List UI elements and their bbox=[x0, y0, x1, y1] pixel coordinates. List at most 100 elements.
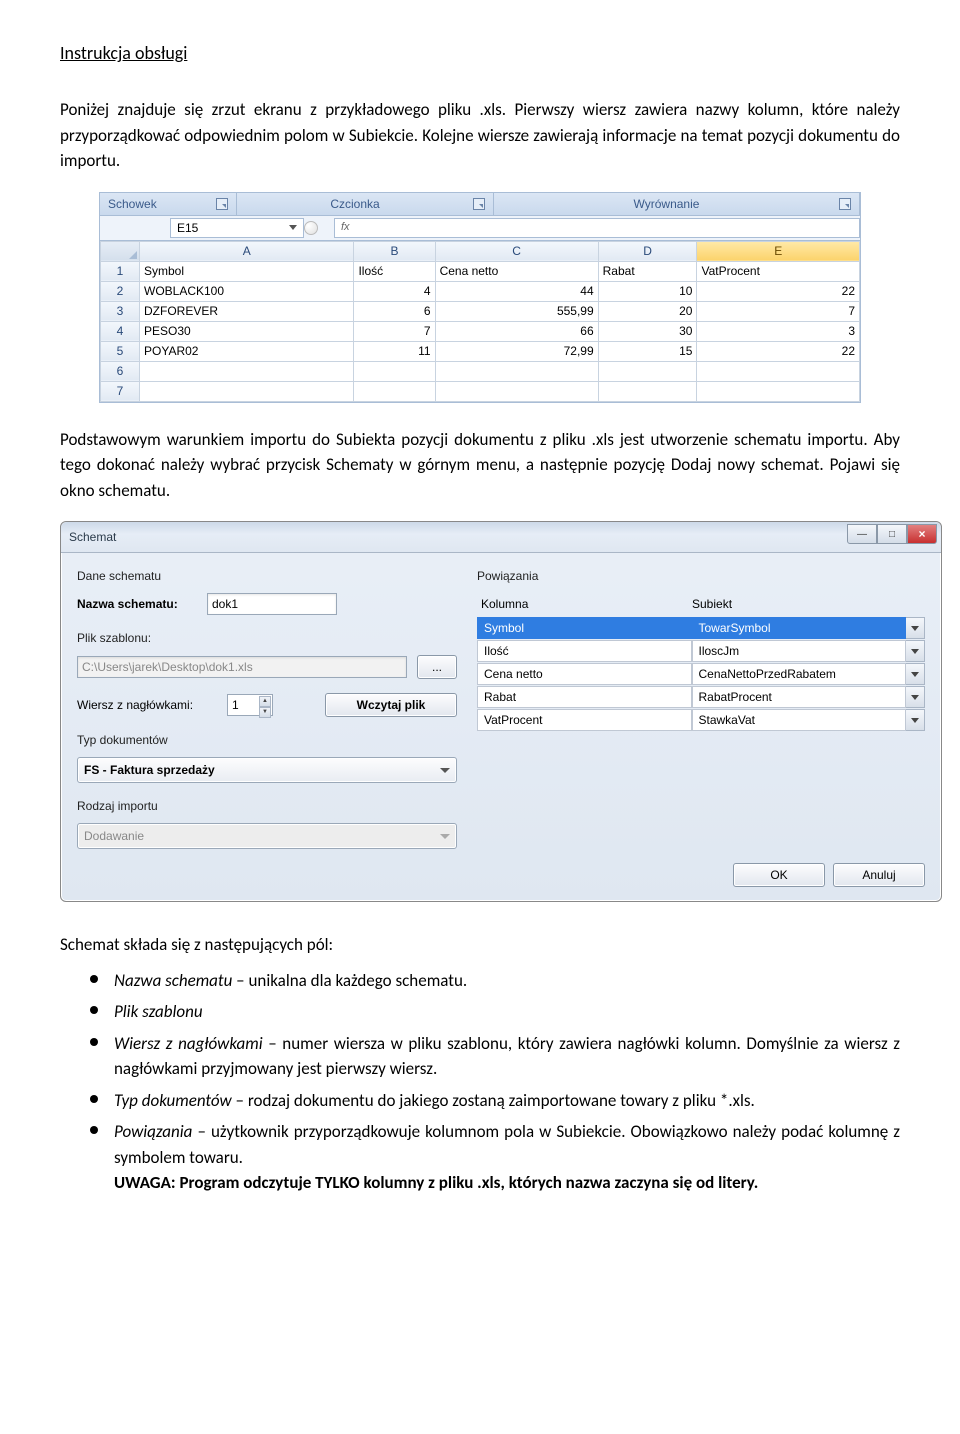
fields-intro: Schemat składa się z następujących pól: bbox=[60, 932, 900, 958]
cell[interactable]: WOBLACK100 bbox=[140, 281, 354, 301]
cell[interactable]: 44 bbox=[435, 281, 598, 301]
cell[interactable]: Symbol bbox=[140, 261, 354, 281]
row-header[interactable]: 2 bbox=[101, 281, 140, 301]
cell[interactable]: Cena netto bbox=[435, 261, 598, 281]
list-item: Typ dokumentów – rodzaj dokumentu do jak… bbox=[90, 1088, 900, 1114]
binding-row[interactable]: Ilość IloscJm bbox=[477, 640, 925, 662]
chevron-down-icon bbox=[911, 695, 919, 700]
cell[interactable]: 4 bbox=[354, 281, 435, 301]
binding-dropdown[interactable] bbox=[906, 640, 925, 662]
cell[interactable]: Rabat bbox=[598, 261, 697, 281]
cell[interactable]: 7 bbox=[354, 321, 435, 341]
cell[interactable] bbox=[598, 361, 697, 381]
cell[interactable]: 22 bbox=[697, 341, 860, 361]
cell[interactable]: 555,99 bbox=[435, 301, 598, 321]
file-path-input: C:\Users\jarek\Desktop\dok1.xls bbox=[77, 656, 407, 678]
cell[interactable]: Ilość bbox=[354, 261, 435, 281]
name-box[interactable]: E15 bbox=[170, 218, 304, 238]
col-header[interactable]: B bbox=[354, 241, 435, 261]
cell[interactable] bbox=[598, 381, 697, 401]
binding-row[interactable]: Cena netto CenaNettoPrzedRabatem bbox=[477, 663, 925, 685]
cell[interactable] bbox=[140, 381, 354, 401]
row-header[interactable]: 7 bbox=[101, 381, 140, 401]
dialog-launcher-icon[interactable] bbox=[216, 198, 228, 210]
binding-subiekt: RabatProcent bbox=[692, 686, 907, 708]
cell[interactable]: 6 bbox=[354, 301, 435, 321]
formula-bar[interactable]: fx bbox=[334, 218, 860, 238]
col-header[interactable]: D bbox=[598, 241, 697, 261]
cell[interactable]: 10 bbox=[598, 281, 697, 301]
load-file-button[interactable]: Wczytaj plik bbox=[325, 693, 457, 717]
window-title: Schemat bbox=[69, 528, 116, 546]
cell[interactable] bbox=[435, 381, 598, 401]
col-header[interactable]: C bbox=[435, 241, 598, 261]
cell[interactable]: 3 bbox=[697, 321, 860, 341]
dialog-launcher-icon[interactable] bbox=[473, 198, 485, 210]
cell[interactable] bbox=[697, 361, 860, 381]
ribbon-group-alignment: Wyrównanie bbox=[494, 193, 860, 215]
file-template-label: Plik szablonu: bbox=[77, 629, 457, 647]
binding-dropdown[interactable] bbox=[906, 663, 925, 685]
binding-row[interactable]: Rabat RabatProcent bbox=[477, 686, 925, 708]
list-item: Nazwa schematu – unikalna dla każdego sc… bbox=[90, 968, 900, 994]
cell[interactable]: PESO30 bbox=[140, 321, 354, 341]
fx-icon[interactable] bbox=[304, 221, 318, 235]
doctype-value: FS - Faktura sprzedaży bbox=[84, 761, 215, 779]
row-header[interactable]: 4 bbox=[101, 321, 140, 341]
schema-name-input[interactable]: dok1 bbox=[207, 593, 337, 615]
ribbon-group-font: Czcionka bbox=[237, 193, 494, 215]
intro-paragraph-2: Podstawowym warunkiem importu do Subiekt… bbox=[60, 427, 900, 504]
row-header[interactable]: 1 bbox=[101, 261, 140, 281]
cell[interactable]: 11 bbox=[354, 341, 435, 361]
col-header[interactable]: A bbox=[140, 241, 354, 261]
cell[interactable]: 30 bbox=[598, 321, 697, 341]
row-header[interactable]: 6 bbox=[101, 361, 140, 381]
binding-row[interactable]: Symbol TowarSymbol bbox=[477, 617, 925, 639]
header-row-label: Wiersz z nagłówkami: bbox=[77, 696, 217, 714]
list-item: Powiązania – użytkownik przyporządkowuje… bbox=[90, 1119, 900, 1196]
fx-label: fx bbox=[341, 219, 350, 236]
select-all-corner[interactable] bbox=[101, 241, 140, 261]
group-label-schema-data: Dane schematu bbox=[77, 567, 457, 585]
binding-dropdown[interactable] bbox=[906, 617, 925, 639]
cell[interactable]: VatProcent bbox=[697, 261, 860, 281]
binding-dropdown[interactable] bbox=[906, 709, 925, 731]
cell[interactable]: 20 bbox=[598, 301, 697, 321]
row-header[interactable]: 5 bbox=[101, 341, 140, 361]
row-header[interactable]: 3 bbox=[101, 301, 140, 321]
titlebar: Schemat — □ × bbox=[61, 522, 941, 553]
cell[interactable] bbox=[697, 381, 860, 401]
browse-button[interactable]: ... bbox=[417, 655, 457, 679]
binding-subiekt: StawkaVat bbox=[692, 709, 907, 731]
excel-grid[interactable]: A B C D E 1 Symbol Ilość Cena netto Raba… bbox=[100, 241, 860, 402]
spinner-up-icon[interactable]: ▲ bbox=[259, 696, 271, 707]
cell[interactable] bbox=[354, 381, 435, 401]
minimize-button[interactable]: — bbox=[847, 524, 877, 544]
close-button[interactable]: × bbox=[907, 524, 937, 544]
cell[interactable] bbox=[435, 361, 598, 381]
cell[interactable] bbox=[354, 361, 435, 381]
excel-screenshot: Schowek Czcionka Wyrównanie E15 fx A B C… bbox=[99, 192, 861, 403]
ok-button[interactable]: OK bbox=[733, 863, 825, 887]
header-row-spinner[interactable]: 1 ▲▼ bbox=[227, 694, 273, 716]
maximize-button[interactable]: □ bbox=[877, 524, 907, 544]
cell[interactable]: POYAR02 bbox=[140, 341, 354, 361]
bindings-sub-header: Subiekt bbox=[688, 593, 899, 615]
doctype-combo[interactable]: FS - Faktura sprzedaży bbox=[77, 757, 457, 783]
spinner-down-icon[interactable]: ▼ bbox=[259, 707, 271, 718]
cell[interactable] bbox=[140, 361, 354, 381]
cell[interactable]: 15 bbox=[598, 341, 697, 361]
group-label-bindings: Powiązania bbox=[477, 567, 925, 585]
binding-row[interactable]: VatProcent StawkaVat bbox=[477, 709, 925, 731]
cell[interactable]: DZFOREVER bbox=[140, 301, 354, 321]
col-header-selected[interactable]: E bbox=[697, 241, 860, 261]
cell[interactable]: 72,99 bbox=[435, 341, 598, 361]
dialog-launcher-icon[interactable] bbox=[839, 198, 851, 210]
cancel-button[interactable]: Anuluj bbox=[833, 863, 925, 887]
binding-dropdown[interactable] bbox=[906, 686, 925, 708]
cell[interactable]: 66 bbox=[435, 321, 598, 341]
fields-list: Nazwa schematu – unikalna dla każdego sc… bbox=[90, 968, 900, 1196]
cell[interactable]: 22 bbox=[697, 281, 860, 301]
chevron-down-icon[interactable] bbox=[289, 225, 297, 230]
cell[interactable]: 7 bbox=[697, 301, 860, 321]
